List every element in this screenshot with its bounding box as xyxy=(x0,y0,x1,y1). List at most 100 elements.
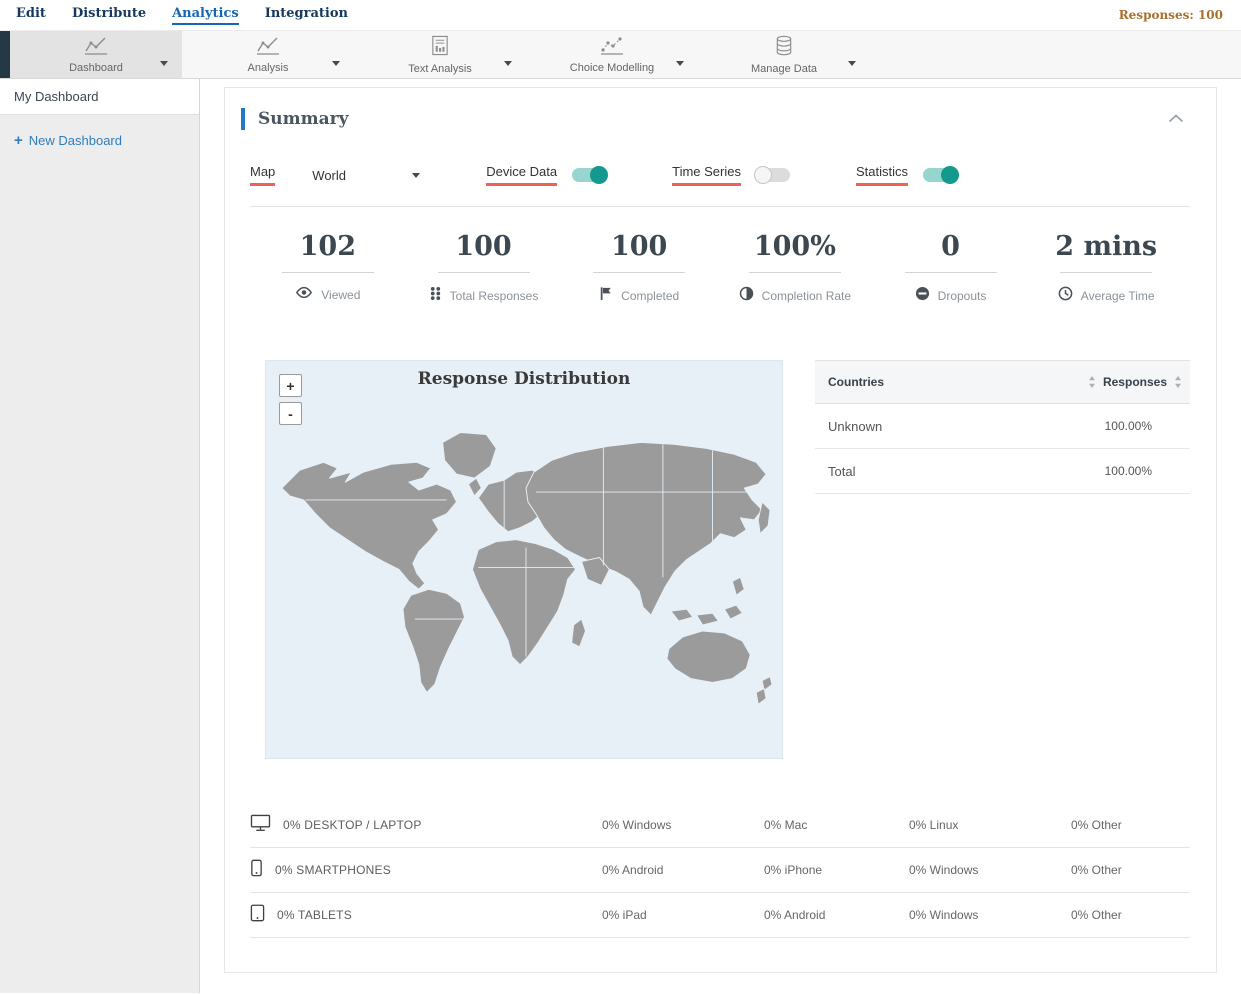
map-label: Map xyxy=(250,164,276,186)
chevron-down-icon[interactable] xyxy=(332,53,340,71)
stat-label-row: Completed xyxy=(561,286,717,306)
chevron-down-icon[interactable] xyxy=(504,53,512,71)
chevron-down-icon[interactable] xyxy=(676,53,684,71)
half-circle-icon xyxy=(739,286,754,306)
toolbar-item-inner: Text Analysis xyxy=(408,35,472,75)
device-stat: 0% Other xyxy=(1071,863,1122,877)
countries-table: Countries Responses Unknown 100.00% Tota… xyxy=(815,360,1190,759)
toolbar-item-inner: Dashboard xyxy=(69,35,123,74)
nav-integration[interactable]: Integration xyxy=(265,6,348,25)
sort-icon[interactable] xyxy=(1174,376,1182,388)
country-row-total: Total 100.00% xyxy=(815,449,1190,494)
chevron-down-icon[interactable] xyxy=(848,53,856,71)
stat-value: 100% xyxy=(753,231,836,262)
desktop-icon xyxy=(250,814,271,837)
device-stat: 0% Windows xyxy=(602,818,672,832)
device-stat: 0% Android xyxy=(764,908,826,922)
stat-label: Completed xyxy=(621,289,680,303)
stat-label-row: Average Time xyxy=(1028,286,1184,306)
toolbar-item-manage-data[interactable]: Manage Data xyxy=(698,31,870,78)
toolbar-item-analysis[interactable]: Analysis xyxy=(182,31,354,78)
country-responses: 100.00% xyxy=(1104,464,1152,478)
clock-icon xyxy=(1058,286,1073,306)
device-data-label: Device Data xyxy=(486,164,558,186)
toolbar-item-inner: Analysis xyxy=(248,35,288,74)
sidebar-item-my-dashboard[interactable]: My Dashboard xyxy=(0,79,199,115)
device-stat: 0% Other xyxy=(1071,908,1122,922)
toolbar-accent-strip xyxy=(0,31,10,78)
stats-row: 102 Viewed 100 Total Responses 100 Compl… xyxy=(250,231,1184,306)
country-responses: 100.00% xyxy=(1104,419,1152,433)
stat-value: 0 xyxy=(941,231,960,262)
toolbar-label: Choice Modelling xyxy=(569,62,655,74)
stat-total-responses: 100 Total Responses xyxy=(406,231,562,306)
nav-edit[interactable]: Edit xyxy=(16,6,46,25)
toolbar-item-dashboard[interactable]: Dashboard xyxy=(10,31,182,78)
stat-divider xyxy=(437,272,530,273)
stat-label-row: Total Responses xyxy=(406,286,562,306)
stat-label: Dropouts xyxy=(937,289,987,303)
country-name: Total xyxy=(828,463,856,479)
nav-distribute[interactable]: Distribute xyxy=(72,6,146,25)
statistics-toggle[interactable] xyxy=(923,166,959,184)
toolbar-item-choice-modelling[interactable]: Choice Modelling xyxy=(526,31,698,78)
top-nav-links: Edit Distribute Analytics Integration xyxy=(16,6,348,25)
device-data-toggle[interactable] xyxy=(572,166,609,184)
country-name: Unknown xyxy=(828,418,883,434)
chevron-down-icon xyxy=(412,172,421,178)
map-zoom-controls: + - xyxy=(279,374,302,425)
statistics-control-group: Statistics xyxy=(855,164,959,186)
content-area: My Dashboard + New Dashboard Summary Map… xyxy=(0,79,1241,993)
stat-divider xyxy=(281,272,374,273)
flag-icon xyxy=(599,286,613,306)
countries-column-header[interactable]: Countries xyxy=(828,375,884,389)
stat-divider xyxy=(593,272,686,273)
map-region-select[interactable]: World xyxy=(312,167,421,183)
device-row-desktop: 0% DESKTOP / LAPTOP 0% Windows 0% Mac 0%… xyxy=(250,803,1190,848)
collapse-chevron-up-icon[interactable] xyxy=(1164,106,1188,132)
section-divider xyxy=(250,206,1190,207)
device-stat: 0% iPad xyxy=(602,908,647,922)
nav-analytics[interactable]: Analytics xyxy=(172,6,239,25)
sort-icon[interactable] xyxy=(1088,376,1096,388)
responses-column-header[interactable]: Responses xyxy=(1103,375,1167,389)
dashboard-chart-icon xyxy=(84,35,108,60)
countries-table-header: Countries Responses xyxy=(815,360,1190,404)
zoom-out-button[interactable]: - xyxy=(279,402,302,425)
device-row-tablets: 0% TABLETS 0% iPad 0% Android 0% Windows… xyxy=(250,893,1190,938)
world-map[interactable] xyxy=(266,361,782,758)
map-region-value: World xyxy=(312,167,347,183)
country-row: Unknown 100.00% xyxy=(815,404,1190,449)
toolbar-item-text-analysis[interactable]: Text Analysis xyxy=(354,31,526,78)
device-label: 0% DESKTOP / LAPTOP xyxy=(283,818,422,832)
device-label: 0% SMARTPHONES xyxy=(275,863,391,877)
summary-card: Summary Map World Device Data Time Serie… xyxy=(224,87,1217,973)
map-title: Response Distribution xyxy=(417,369,631,389)
device-stat: 0% Other xyxy=(1071,818,1122,832)
time-series-label: Time Series xyxy=(672,164,741,186)
toolbar-item-inner: Manage Data xyxy=(751,35,817,75)
toggle-knob xyxy=(753,166,772,184)
minus-circle-icon xyxy=(915,286,930,306)
analytics-toolbar: Dashboard Analysis Text Analysis Choice … xyxy=(0,30,1241,79)
device-stat: 0% Windows xyxy=(909,908,979,922)
time-series-toggle[interactable] xyxy=(753,166,790,184)
device-main: 0% SMARTPHONES xyxy=(250,859,602,882)
new-dashboard-button[interactable]: + New Dashboard xyxy=(14,132,185,149)
chevron-down-icon[interactable] xyxy=(160,53,168,71)
responses-count: Responses: 100 xyxy=(1118,8,1223,22)
device-row-smartphones: 0% SMARTPHONES 0% Android 0% iPhone 0% W… xyxy=(250,848,1190,893)
main-panel: Summary Map World Device Data Time Serie… xyxy=(200,79,1241,993)
top-navbar: Edit Distribute Analytics Integration Re… xyxy=(0,0,1241,30)
stat-label-row: Dropouts xyxy=(873,286,1029,306)
device-breakdown: 0% DESKTOP / LAPTOP 0% Windows 0% Mac 0%… xyxy=(250,803,1190,938)
analysis-chart-icon xyxy=(256,35,280,60)
device-main: 0% DESKTOP / LAPTOP xyxy=(250,814,602,837)
stat-viewed: 102 Viewed xyxy=(250,231,406,306)
dashboard-sidebar: My Dashboard + New Dashboard xyxy=(0,79,200,993)
stat-label: Viewed xyxy=(321,288,361,302)
device-stat: 0% Mac xyxy=(764,818,808,832)
device-data-control-group: Device Data xyxy=(486,164,609,186)
stat-divider xyxy=(748,272,841,273)
zoom-in-button[interactable]: + xyxy=(279,374,302,397)
